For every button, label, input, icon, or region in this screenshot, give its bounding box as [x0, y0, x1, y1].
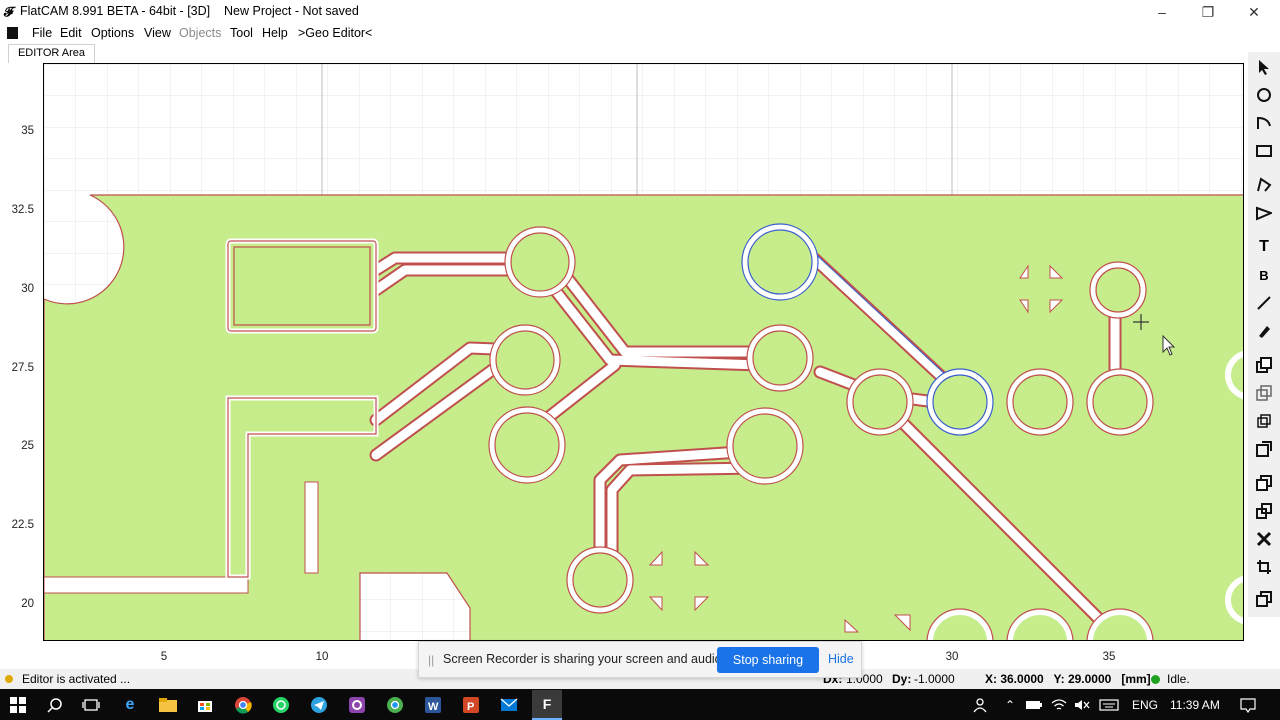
y-tick-label: 35: [21, 125, 34, 137]
arc-icon[interactable]: [1252, 111, 1276, 135]
notifications-icon[interactable]: [1237, 694, 1259, 716]
app-menu-icon[interactable]: [7, 27, 18, 39]
stop-sharing-button[interactable]: Stop sharing: [717, 647, 819, 673]
y-tick-label: 27.5: [11, 362, 34, 374]
y-tick-label: 20: [21, 598, 34, 610]
dy-label: Dy:: [892, 672, 912, 686]
rectangle-icon[interactable]: [1252, 139, 1276, 163]
windows-start-icon[interactable]: [7, 694, 29, 716]
y-tick-label: 22.5: [11, 519, 34, 531]
pcb-cutout: [44, 576, 249, 594]
svg-text:P: P: [467, 701, 474, 713]
chevron-up-icon[interactable]: ⌃: [999, 694, 1021, 716]
word-icon[interactable]: W: [422, 694, 444, 716]
volume-muted-icon[interactable]: [1071, 694, 1093, 716]
drag-handle-icon[interactable]: ||: [428, 653, 434, 667]
dy-value: -1.0000: [914, 672, 955, 686]
flatcam-icon: 𝓕: [4, 4, 14, 19]
people-icon[interactable]: [969, 694, 991, 716]
mail-icon[interactable]: [498, 694, 520, 716]
window-title: FlatCAM 8.991 BETA - 64bit - [3D] New Pr…: [20, 4, 359, 18]
status-dot-icon: [5, 675, 13, 683]
telegram-icon[interactable]: [308, 694, 330, 716]
line-icon[interactable]: [1252, 291, 1276, 315]
pcb-cutout: [304, 481, 319, 574]
editor-canvas[interactable]: [44, 64, 1244, 641]
cut-icon[interactable]: [1252, 437, 1276, 461]
recorder-message: Screen Recorder is sharing your screen a…: [443, 652, 726, 666]
cursor-coordinates: X: 36.0000 Y: 29.0000 [mm]: [985, 672, 1151, 686]
polygon-icon[interactable]: [1252, 173, 1276, 197]
menu-view[interactable]: View: [144, 26, 171, 40]
x-tick-label: 35: [1102, 651, 1116, 663]
menu-edit[interactable]: Edit: [60, 26, 82, 40]
status-state: Idle.: [1167, 672, 1190, 686]
chrome-icon[interactable]: [232, 694, 254, 716]
menu-tool[interactable]: Tool: [230, 26, 253, 40]
tab-editor-area[interactable]: EDITOR Area: [8, 44, 95, 63]
y-tick-label: 30: [21, 283, 34, 295]
svg-text:W: W: [428, 701, 439, 713]
exit-editor-icon[interactable]: [1252, 587, 1276, 611]
buffer-icon[interactable]: B: [1252, 263, 1276, 287]
chrome-alt-icon[interactable]: [384, 694, 406, 716]
flatcam-taskbar-icon[interactable]: F: [532, 690, 562, 720]
screen-recorder-banner: || Screen Recorder is sharing your scree…: [418, 641, 862, 678]
menu-help[interactable]: Help: [262, 26, 288, 40]
menu-bar: File Edit Options View Objects Tool Help…: [0, 24, 1280, 44]
maximize-icon[interactable]: ❐: [1185, 0, 1231, 24]
intersection-icon[interactable]: [1252, 381, 1276, 405]
select-icon[interactable]: [1252, 55, 1276, 79]
onenote-icon[interactable]: [346, 694, 368, 716]
whatsapp-icon[interactable]: [270, 694, 292, 716]
menu-file[interactable]: File: [32, 26, 52, 40]
store-icon[interactable]: [194, 694, 216, 716]
powerpoint-icon[interactable]: P: [460, 694, 482, 716]
tab-bar: EDITOR Area: [0, 44, 1245, 63]
menu-options[interactable]: Options: [91, 26, 134, 40]
status-message: Editor is activated ...: [22, 672, 131, 686]
y-tick-label: 32.5: [11, 204, 34, 216]
x-tick-label: 5: [160, 651, 168, 663]
transform-icon[interactable]: [1252, 555, 1276, 579]
menu-objects[interactable]: Objects: [179, 26, 221, 40]
x-tick-label: 10: [315, 651, 329, 663]
taskbar: e W P F ⌃ ENG 11:39 AM: [0, 689, 1280, 720]
path-icon[interactable]: [1252, 201, 1276, 225]
move-icon[interactable]: [1252, 499, 1276, 523]
task-view-icon[interactable]: [80, 694, 102, 716]
file-explorer-icon[interactable]: [157, 694, 179, 716]
y-tick-label: 25: [21, 440, 34, 452]
minimize-icon[interactable]: –: [1139, 0, 1185, 24]
wifi-icon[interactable]: [1048, 694, 1070, 716]
keyboard-icon[interactable]: [1098, 694, 1120, 716]
text-icon[interactable]: T: [1252, 235, 1276, 259]
hide-button[interactable]: Hide: [828, 652, 854, 666]
circle-icon[interactable]: [1252, 83, 1276, 107]
paint-icon[interactable]: [1252, 319, 1276, 343]
language-indicator[interactable]: ENG: [1132, 698, 1158, 712]
close-icon[interactable]: ✕: [1231, 0, 1277, 24]
clock[interactable]: 11:39 AM: [1170, 698, 1220, 712]
subtract-icon[interactable]: [1252, 409, 1276, 433]
menu-geo-editor[interactable]: >Geo Editor<: [298, 26, 372, 40]
idle-indicator-icon: [1151, 675, 1160, 684]
x-tick-label: 30: [945, 651, 959, 663]
copy-icon[interactable]: [1252, 471, 1276, 495]
delete-icon[interactable]: [1252, 527, 1276, 551]
title-bar: 𝓕 FlatCAM 8.991 BETA - 64bit - [3D] New …: [0, 0, 1280, 24]
union-icon[interactable]: [1252, 353, 1276, 377]
search-icon[interactable]: [44, 694, 66, 716]
edge-icon[interactable]: e: [119, 694, 141, 716]
battery-icon[interactable]: [1023, 694, 1045, 716]
